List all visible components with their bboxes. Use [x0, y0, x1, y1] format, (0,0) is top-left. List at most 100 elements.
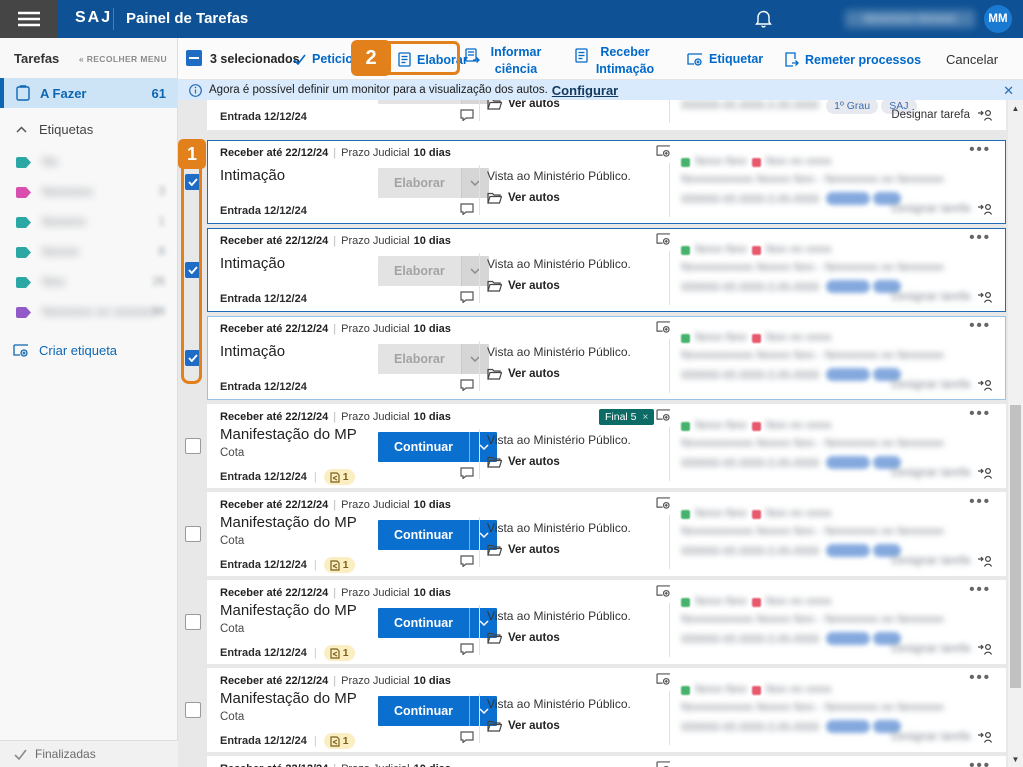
sidebar: Tarefas « RECOLHER MENU A Fazer 61 Etiqu… [0, 38, 178, 767]
task-checkbox[interactable] [185, 614, 201, 630]
app-logo[interactable]: SAJ [75, 9, 112, 27]
task-card[interactable]: Receber até 22/12/24|Prazo Judicial10 di… [207, 228, 1006, 312]
card-action-button[interactable]: Elaborar [378, 256, 489, 286]
final-tag-badge[interactable]: Final 5× [599, 409, 654, 425]
comment-icon[interactable] [460, 643, 474, 655]
etiquetar-icon[interactable] [656, 233, 671, 245]
task-card[interactable]: Receber até 22/12/24|Prazo Judicial10 di… [207, 140, 1006, 224]
task-card[interactable]: Receber até 22/12/24|Prazo Judicial10 di… [207, 580, 1006, 664]
designar-tarefa-button[interactable]: Designar tarefa [891, 731, 993, 743]
task-checkbox[interactable] [185, 174, 201, 190]
chevron-down-icon[interactable] [461, 344, 489, 374]
task-card[interactable]: Receber até 22/12/24|Prazo Judicial10 di… [207, 100, 1006, 130]
card-action-button[interactable]: Elaborar [378, 344, 489, 374]
comment-icon[interactable] [460, 555, 474, 567]
task-checkbox[interactable] [185, 262, 201, 278]
sidebar-tag-item[interactable]: Nn [0, 147, 178, 177]
scrollbar[interactable]: ▲ ▼ [1008, 100, 1023, 767]
case-number: 000000-00.0000.0.00.0000 [681, 370, 819, 382]
etiquetar-button[interactable]: Etiquetar [687, 52, 763, 66]
elaborar-button[interactable]: Elaborar [398, 52, 468, 67]
designar-tarefa-button[interactable]: Designar tarefa [891, 555, 993, 567]
informar-ciencia-button[interactable]: Informar ciência [483, 44, 549, 78]
draft-count-badge[interactable]: 1 [324, 469, 355, 485]
remeter-processos-button[interactable]: Remeter processos [785, 52, 921, 67]
designar-tarefa-button[interactable]: Designar tarefa [891, 203, 993, 215]
draft-count-badge[interactable]: 1 [324, 557, 355, 573]
remove-tag-icon[interactable]: × [643, 412, 649, 423]
cancelar-button[interactable]: Cancelar [946, 52, 998, 67]
comment-icon[interactable] [460, 379, 474, 391]
ver-autos-link[interactable]: Ver autos [487, 544, 560, 556]
designar-tarefa-button[interactable]: Designar tarefa [891, 379, 993, 391]
designar-tarefa-button[interactable]: Designar tarefa [891, 467, 993, 479]
designar-tarefa-button[interactable]: Designar tarefa [891, 291, 993, 303]
task-checkbox[interactable] [185, 526, 201, 542]
scroll-up-arrow[interactable]: ▲ [1008, 100, 1023, 116]
etiquetar-icon[interactable] [656, 145, 671, 157]
scrollbar-thumb[interactable] [1010, 405, 1021, 688]
deadline-type: Prazo Judicial [341, 235, 409, 247]
ver-autos-link[interactable]: Ver autos [487, 192, 560, 204]
sidebar-tag-item[interactable]: Nnnnnnn3 [0, 177, 178, 207]
designar-tarefa-button[interactable]: Designar tarefa [891, 109, 993, 121]
ver-autos-link[interactable]: Ver autos [487, 456, 560, 468]
card-action-button[interactable]: Elaborar [378, 100, 489, 104]
close-icon[interactable]: ✕ [1003, 84, 1014, 97]
notifications-bell-icon[interactable] [755, 9, 772, 28]
comment-icon[interactable] [460, 467, 474, 479]
etiquetar-icon[interactable] [656, 409, 671, 421]
receber-intimacao-button[interactable]: Receber Intimação [590, 44, 660, 78]
scroll-down-arrow[interactable]: ▼ [1008, 751, 1023, 767]
sidebar-tag-item[interactable]: Nnnnnnn nn nnnnnn98 [0, 297, 178, 327]
chevron-down-icon[interactable] [461, 168, 489, 198]
hamburger-icon [18, 11, 40, 27]
finalizadas-button[interactable]: Finalizadas [0, 740, 178, 767]
task-checkbox[interactable] [185, 350, 201, 366]
ver-autos-link[interactable]: Ver autos [487, 100, 560, 110]
task-card[interactable]: Receber até 22/12/24|Prazo Judicial10 di… [207, 756, 1006, 767]
etiquetar-icon[interactable] [656, 761, 671, 767]
draft-count-badge[interactable]: 1 [324, 733, 355, 749]
task-checkbox[interactable] [185, 438, 201, 454]
draft-count-badge[interactable]: 1 [324, 645, 355, 661]
avatar[interactable]: MM [984, 5, 1012, 33]
etiquetar-icon[interactable] [656, 673, 671, 685]
ver-autos-link[interactable]: Ver autos [487, 368, 560, 380]
sidebar-tag-item[interactable]: Nnnnnn1 [0, 207, 178, 237]
etiquetas-section-toggle[interactable]: Etiquetas [0, 115, 178, 143]
card-action-button[interactable]: Elaborar [378, 168, 489, 198]
card-header: Receber até 22/12/24|Prazo Judicial10 di… [208, 757, 1005, 767]
task-card[interactable]: Receber até 22/12/24|Prazo Judicial10 di… [207, 492, 1006, 576]
task-checkbox[interactable] [185, 702, 201, 718]
comment-icon[interactable] [460, 109, 474, 121]
draft-icon [330, 472, 340, 483]
configurar-link[interactable]: Configurar [552, 83, 618, 98]
comment-icon[interactable] [460, 203, 474, 215]
sidebar-tag-item[interactable]: Nnnnn8 [0, 237, 178, 267]
chevron-down-icon[interactable] [461, 256, 489, 286]
hamburger-menu-button[interactable] [0, 0, 58, 38]
more-options-icon[interactable]: ••• [969, 757, 991, 767]
task-card[interactable]: Receber até 22/12/24|Prazo Judicial10 di… [207, 668, 1006, 752]
criar-etiqueta-button[interactable]: Criar etiqueta [0, 335, 178, 365]
collapse-menu-button[interactable]: « RECOLHER MENU [79, 54, 167, 64]
designar-tarefa-button[interactable]: Designar tarefa [891, 643, 993, 655]
comment-icon[interactable] [460, 731, 474, 743]
task-card[interactable]: Receber até 22/12/24|Prazo Judicial10 di… [207, 404, 1006, 488]
select-all-checkbox[interactable] [186, 50, 202, 66]
tag-plus-icon [13, 344, 29, 357]
sidebar-item-a-fazer[interactable]: A Fazer 61 [0, 78, 178, 108]
sidebar-tag-item[interactable]: Nnn26 [0, 267, 178, 297]
etiquetar-icon[interactable] [656, 497, 671, 509]
etiquetar-icon[interactable] [656, 585, 671, 597]
comment-icon[interactable] [460, 291, 474, 303]
task-card[interactable]: Receber até 22/12/24|Prazo Judicial10 di… [207, 316, 1006, 400]
etiquetar-icon[interactable] [656, 321, 671, 333]
chevron-down-icon[interactable] [461, 100, 489, 104]
task-subtitle: Cota [220, 623, 244, 635]
ver-autos-link[interactable]: Ver autos [487, 720, 560, 732]
ver-autos-link[interactable]: Ver autos [487, 632, 560, 644]
page-title: Painel de Tarefas [126, 10, 248, 27]
ver-autos-link[interactable]: Ver autos [487, 280, 560, 292]
